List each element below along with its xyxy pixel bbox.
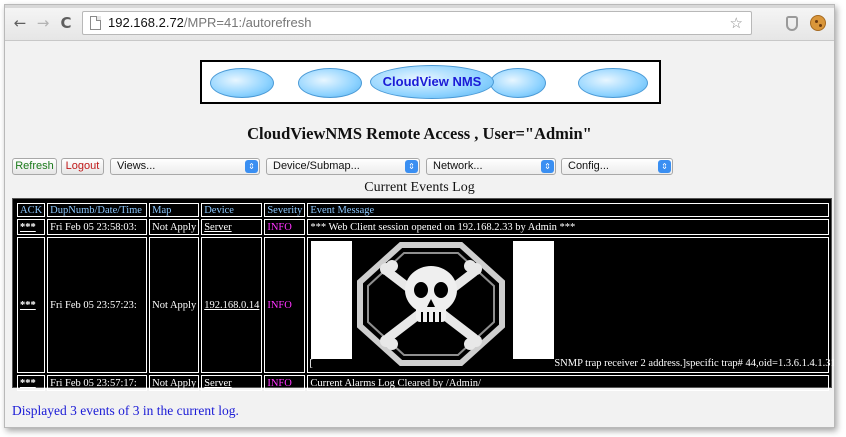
event-message-with-image: [SNMP trap receiver 2 address.]specific… xyxy=(307,237,834,373)
cloudview-banner: CloudView NMS xyxy=(200,60,661,104)
event-datetime: Fri Feb 05 23:57:17: xyxy=(47,375,148,391)
message-prefix: [ xyxy=(309,358,313,369)
cloud-image xyxy=(210,68,274,98)
select-arrow-icon: ⇕ xyxy=(541,160,554,173)
config-select-value: Config... xyxy=(568,160,609,172)
table-row: *** Fri Feb 05 23:57:17: Not Apply Serve… xyxy=(17,375,829,391)
cookie-icon[interactable] xyxy=(810,15,826,31)
event-datetime: Fri Feb 05 23:58:03: xyxy=(47,219,148,235)
event-datetime: Fri Feb 05 23:57:23: xyxy=(47,237,148,373)
url-host: 192.168.2.72 xyxy=(108,15,184,30)
severity-badge: INFO xyxy=(264,375,306,391)
events-log: ACK DupNumb/Date/Time Map Device Severit… xyxy=(12,198,834,391)
log-title: Current Events Log xyxy=(364,180,475,195)
views-select-value: Views... xyxy=(117,160,156,172)
event-message: SNMP trap receiver 2 address.]specific t… xyxy=(554,358,835,369)
page-icon xyxy=(90,16,101,30)
forward-icon[interactable]: → xyxy=(34,14,52,32)
table-row: *** Fri Feb 05 23:57:23: Not Apply 192.1… xyxy=(17,237,834,373)
page-title: CloudViewNMS Remote Access , User="Admin… xyxy=(247,124,592,143)
event-message: Current Alarms Log Cleared by /Admin/ xyxy=(307,375,829,391)
column-header-ack[interactable]: ACK xyxy=(17,203,46,217)
refresh-button[interactable]: Refresh xyxy=(12,158,57,175)
cloud-image xyxy=(298,68,362,98)
ack-link[interactable]: *** xyxy=(20,222,36,233)
white-block-image xyxy=(311,241,353,359)
url-text: 192.168.2.72/MPR=41:/autorefresh xyxy=(108,12,311,34)
device-submap-select[interactable]: Device/Submap... ⇕ xyxy=(266,158,420,175)
device-link[interactable]: 192.168.0.14 xyxy=(204,300,259,311)
skull-crossbones-icon xyxy=(357,242,506,366)
severity-badge: INFO xyxy=(264,237,306,373)
page-content: CloudView NMS CloudViewNMS Remote Access… xyxy=(5,42,834,427)
column-header-device[interactable]: Device xyxy=(201,203,263,217)
browser-toolbar: ← → C 192.168.2.72/MPR=41:/autorefresh ☆ xyxy=(5,5,834,41)
browser-window: ← → C 192.168.2.72/MPR=41:/autorefresh ☆… xyxy=(4,4,835,428)
column-header-event-message[interactable]: Event Message xyxy=(307,203,829,217)
event-map: Not Apply xyxy=(149,375,200,391)
extension-icon[interactable] xyxy=(786,16,798,31)
logout-button[interactable]: Logout xyxy=(61,158,104,175)
white-block-image xyxy=(513,241,555,359)
bookmark-star-icon[interactable]: ☆ xyxy=(730,12,743,34)
column-header-map[interactable]: Map xyxy=(149,203,200,217)
event-message: *** Web Client session opened on 192.168… xyxy=(307,219,829,235)
column-header-severity[interactable]: Severity xyxy=(264,203,306,217)
select-arrow-icon: ⇕ xyxy=(245,160,258,173)
event-map: Not Apply xyxy=(149,237,200,373)
back-icon[interactable]: ← xyxy=(11,14,29,32)
ack-link[interactable]: *** xyxy=(20,300,36,311)
severity-badge: INFO xyxy=(264,219,306,235)
column-header-datetime[interactable]: DupNumb/Date/Time xyxy=(47,203,148,217)
device-link[interactable]: Server xyxy=(204,222,231,233)
cloud-image xyxy=(578,68,648,98)
views-select[interactable]: Views... ⇕ xyxy=(110,158,260,175)
network-select-value: Network... xyxy=(433,160,483,172)
ack-link[interactable]: *** xyxy=(20,378,36,389)
network-select[interactable]: Network... ⇕ xyxy=(426,158,556,175)
reload-icon[interactable]: C xyxy=(57,14,75,32)
events-table: ACK DupNumb/Date/Time Map Device Severit… xyxy=(15,201,834,393)
events-count-footer: Displayed 3 events of 3 in the current l… xyxy=(12,403,239,418)
device-link[interactable]: Server xyxy=(204,378,231,389)
banner-title: CloudView NMS xyxy=(382,74,482,89)
url-path: /MPR=41:/autorefresh xyxy=(183,15,312,30)
select-arrow-icon: ⇕ xyxy=(658,160,671,173)
device-select-value: Device/Submap... xyxy=(273,160,360,172)
select-arrow-icon: ⇕ xyxy=(405,160,418,173)
table-row: *** Fri Feb 05 23:58:03: Not Apply Serve… xyxy=(17,219,829,235)
address-bar[interactable]: 192.168.2.72/MPR=41:/autorefresh ☆ xyxy=(82,11,752,35)
event-map: Not Apply xyxy=(149,219,200,235)
tab-strip xyxy=(5,5,834,8)
table-header-row: ACK DupNumb/Date/Time Map Device Severit… xyxy=(17,203,829,217)
config-select[interactable]: Config... ⇕ xyxy=(561,158,673,175)
